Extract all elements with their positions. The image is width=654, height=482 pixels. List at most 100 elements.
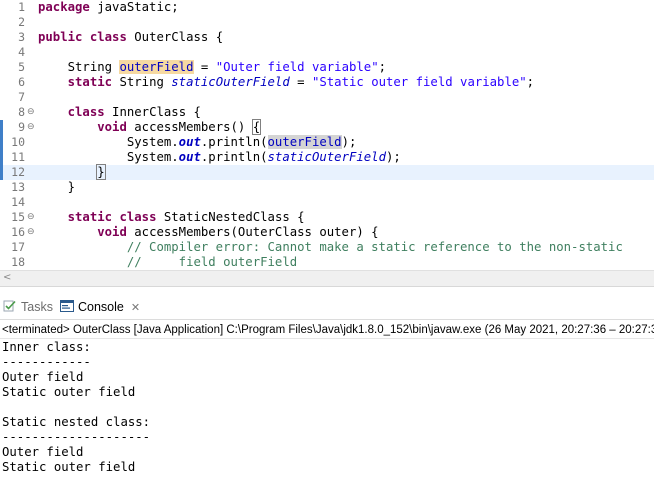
line-number: 1 [18,0,25,14]
console-output-line: -------------------- [2,430,151,444]
code-line[interactable]: 3 public class OuterClass { [0,30,654,45]
code-text: public class OuterClass { [38,30,223,45]
code-line[interactable]: 5 String outerField = "Outer field varia… [0,60,654,75]
code-line[interactable]: 17 // Compiler error: Cannot make a stat… [0,240,654,255]
current-code-line[interactable]: 12 } [0,164,654,180]
code-editor[interactable]: 1 package javaStatic; 2 3 public class O… [0,0,654,270]
tab-tasks[interactable]: Tasks [3,294,53,320]
gutter: 12 [0,165,36,180]
gutter: 14 [0,195,36,210]
console-output-line: Outer field [2,445,84,459]
code-line[interactable]: 15 ⊖ static class StaticNestedClass { [0,210,654,225]
fold-collapse-icon[interactable]: ⊖ [27,121,35,133]
line-number: 7 [18,90,25,104]
static-field: staticOuterField [171,75,290,89]
code-line[interactable]: 16 ⊖ void accessMembers(OuterClass outer)… [0,225,654,240]
code-text: static String staticOuterField = "Static… [38,75,534,90]
view-divider [0,286,654,294]
closing-brace: } [67,180,76,194]
code-line[interactable]: 18 // field outerField [0,255,654,270]
code-text: // field outerField [38,255,297,270]
fold-collapse-icon[interactable]: ⊖ [27,226,35,238]
line-number: 5 [18,60,25,74]
method-call: .println( [200,135,268,149]
line-number: 10 [11,135,25,149]
matching-brace: { [251,119,262,135]
horizontal-scrollbar[interactable]: < [0,270,654,286]
static-field: out [178,150,201,164]
gutter: 2 [0,15,36,30]
tab-tasks-label: Tasks [21,300,53,314]
code-line[interactable]: 2 [0,15,654,30]
code-text: System.out.println(staticOuterField); [38,150,401,165]
code-text: String outerField = "Outer field variabl… [38,60,386,75]
gutter: 9 ⊖ [0,120,36,135]
keyword: void [97,225,127,239]
line-number: 6 [18,75,25,89]
method-signature: accessMembers(OuterClass outer) { [126,225,379,239]
console-output-line: Static outer field [2,460,136,474]
field-read-highlight: outerField [267,135,342,149]
code-line[interactable]: 9 ⊖ void accessMembers() { [0,119,654,135]
view-tab-bar: Tasks Console ✕ [0,294,654,320]
line-number: 18 [11,255,25,269]
close-icon[interactable]: ✕ [131,302,140,314]
keyword: static [67,75,113,89]
line-number: 13 [11,180,25,194]
method-call: .println( [200,150,268,164]
operator: = [289,75,312,89]
gutter: 15 ⊖ [0,210,36,225]
keyword: class [119,210,157,224]
tasks-icon [3,296,17,322]
keyword: class [89,30,127,44]
code-line[interactable]: 4 [0,45,654,60]
console-output-line: Outer field [2,370,84,384]
console-output-line: Inner class: [2,340,91,354]
fold-collapse-icon[interactable]: ⊖ [27,211,35,223]
type-name: String [112,75,172,89]
code-comment: // Compiler error: Cannot make a static … [126,240,623,254]
tab-console[interactable]: Console ✕ [60,294,140,320]
scroll-left-icon[interactable]: < [3,272,11,283]
class-name: StaticNestedClass { [156,210,305,224]
code-line[interactable]: 1 package javaStatic; [0,0,654,15]
code-line[interactable]: 13 } [0,180,654,195]
keyword: public [38,30,83,44]
class-name: InnerClass { [104,105,201,119]
console-output-line: Static nested class: [2,415,151,429]
gutter: 17 [0,240,36,255]
code-text: } [38,180,75,195]
type-name: String [67,60,120,74]
code-line[interactable]: 11 System.out.println(staticOuterField); [0,150,654,165]
console-output[interactable]: Inner class: ------------ Outer field Stati… [2,340,652,475]
gutter: 10 [0,135,36,150]
code-text: } [38,164,106,180]
package-name: javaStatic; [97,0,179,14]
string-literal: "Static outer field variable" [311,75,527,89]
code-line[interactable]: 8 ⊖ class InnerClass { [0,105,654,120]
code-line[interactable]: 10 System.out.println(outerField); [0,135,654,150]
code-line[interactable]: 14 [0,195,654,210]
line-number: 4 [18,45,25,59]
gutter: 1 [0,0,36,15]
operator: = [193,60,216,74]
code-line[interactable]: 6 static String staticOuterField = "Stat… [0,75,654,90]
fold-collapse-icon[interactable]: ⊖ [27,106,35,118]
gutter: 6 [0,75,36,90]
line-number: 14 [11,195,25,209]
line-number: 8 [18,105,25,119]
field-occurrence-highlight: outerField [119,60,194,74]
code-line[interactable]: 7 [0,90,654,105]
static-field: out [178,135,201,149]
keyword: static [67,210,113,224]
semicolon: ; [526,75,535,89]
keyword: void [97,120,127,134]
console-output-line: Static outer field [2,385,136,399]
line-number: 2 [18,15,25,29]
line-number: 9 [18,120,25,134]
line-number: 11 [11,150,25,164]
code-text: package javaStatic; [38,0,179,15]
code-text: void accessMembers(OuterClass outer) { [38,225,379,240]
code-text: System.out.println(outerField); [38,135,356,150]
